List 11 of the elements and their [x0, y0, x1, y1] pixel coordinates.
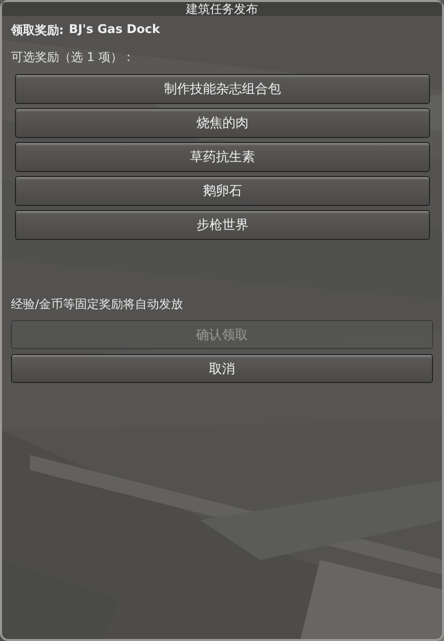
choice-prompt: 可选奖励（选 1 项）：: [10, 49, 136, 66]
auto-reward-note: 经验/金币等固定奖励将自动发放: [10, 296, 184, 313]
action-button[interactable]: 取消: [11, 354, 433, 383]
reward-option-button[interactable]: 步枪世界: [15, 210, 430, 240]
reward-option-button[interactable]: 草药抗生素: [15, 142, 430, 172]
reward-option-button[interactable]: 鹅卵石: [15, 176, 430, 206]
window-title: 建筑任务发布: [186, 2, 258, 16]
reward-name: BJ's Gas Dock: [68, 22, 160, 38]
reward-label: 领取奖励:: [11, 22, 64, 39]
reward-option-button[interactable]: 制作技能杂志组合包: [15, 74, 430, 104]
reward-option-button[interactable]: 烧焦的肉: [15, 108, 430, 138]
